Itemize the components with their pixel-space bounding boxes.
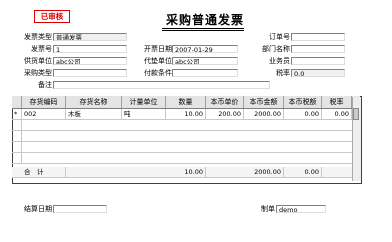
total-tax: 0.00 — [284, 167, 322, 178]
empty-row[interactable] — [12, 131, 360, 142]
cell-qty[interactable]: 10.00 — [166, 109, 206, 120]
cell-unit[interactable]: 吨 — [122, 109, 166, 120]
supplier-field[interactable]: abc公司 — [53, 57, 127, 65]
col-header-rate[interactable]: 税率 — [322, 96, 352, 108]
invoice-no-field[interactable]: 1 — [53, 45, 127, 53]
note-label: 备注 — [38, 81, 52, 89]
row-marker — [12, 142, 22, 153]
empty-row[interactable] — [12, 120, 360, 131]
total-label: 合 计 — [22, 167, 66, 178]
tax-rate-label: 税率 — [276, 69, 290, 77]
order-no-label: 订单号 — [269, 33, 290, 41]
maker-field[interactable]: demo — [276, 205, 326, 213]
department-label: 部门名称 — [262, 45, 290, 53]
table-row[interactable]: * 002 木板 吨 10.00 200.00 2000.00 0.00 0.0… — [12, 109, 360, 120]
empty-row[interactable] — [12, 153, 360, 164]
cell-code[interactable]: 002 — [22, 109, 66, 120]
invoice-date-field[interactable]: 2007-01-29 — [172, 45, 238, 53]
total-amount: 2000.00 — [244, 167, 284, 178]
purchase-type-label: 采购类型 — [24, 69, 52, 77]
cell-amount[interactable]: 2000.00 — [244, 109, 284, 120]
col-header-unit[interactable]: 计量单位 — [122, 96, 166, 108]
invoice-no-label: 发票号 — [31, 45, 52, 53]
order-no-field[interactable] — [291, 33, 345, 41]
agent-unit-field[interactable]: abc公司 — [172, 57, 238, 65]
cell-tax[interactable]: 0.00 — [284, 109, 322, 120]
invoice-type-label: 发票类型 — [24, 33, 52, 41]
row-marker — [12, 120, 22, 131]
maker-label: 制单 — [261, 205, 275, 213]
row-marker: * — [12, 109, 22, 120]
empty-row[interactable] — [12, 142, 360, 153]
invoice-type-field[interactable]: 普通发票 — [53, 33, 127, 41]
approved-stamp: 已审核 — [34, 10, 70, 23]
department-field[interactable] — [291, 45, 345, 53]
settle-date-label: 结算日期 — [24, 205, 52, 213]
settle-date-field[interactable] — [53, 205, 107, 213]
cell-price[interactable]: 200.00 — [206, 109, 244, 120]
col-header-code[interactable]: 存货编码 — [22, 96, 66, 108]
col-header-amount[interactable]: 本币金额 — [244, 96, 284, 108]
cell-rate[interactable]: 0.00 — [322, 109, 352, 120]
payment-terms-field[interactable] — [172, 69, 238, 77]
invoice-date-label: 开票日期 — [144, 45, 172, 53]
tax-rate-field[interactable]: 0.0 — [291, 69, 345, 77]
row-marker-header — [12, 96, 22, 108]
agent-unit-label: 代垫单位 — [144, 57, 172, 65]
col-header-price[interactable]: 本币单价 — [206, 96, 244, 108]
purchase-type-field[interactable] — [53, 69, 127, 77]
note-field[interactable] — [53, 81, 270, 89]
salesperson-field[interactable] — [291, 57, 345, 65]
payment-terms-label: 付款条件 — [144, 69, 172, 77]
title-underline-2 — [162, 30, 244, 31]
cell-name[interactable]: 木板 — [66, 109, 122, 120]
col-header-name[interactable]: 存货名称 — [66, 96, 122, 108]
col-header-qty[interactable]: 数量 — [166, 96, 206, 108]
salesperson-label: 业务员 — [269, 57, 290, 65]
page-title: 采购普通发票 — [165, 13, 244, 27]
supplier-label: 供货单位 — [24, 57, 52, 65]
total-row: 合 计 10.00 2000.00 0.00 — [12, 167, 360, 178]
row-marker — [12, 131, 22, 142]
title-underline — [162, 28, 244, 29]
row-marker — [12, 153, 22, 164]
col-header-tax[interactable]: 本币税额 — [284, 96, 322, 108]
grid-scroll-thumb[interactable] — [353, 108, 359, 120]
grid-header: 存货编码 存货名称 计量单位 数量 本币单价 本币金额 本币税额 税率 — [12, 96, 360, 109]
total-qty: 10.00 — [166, 167, 206, 178]
